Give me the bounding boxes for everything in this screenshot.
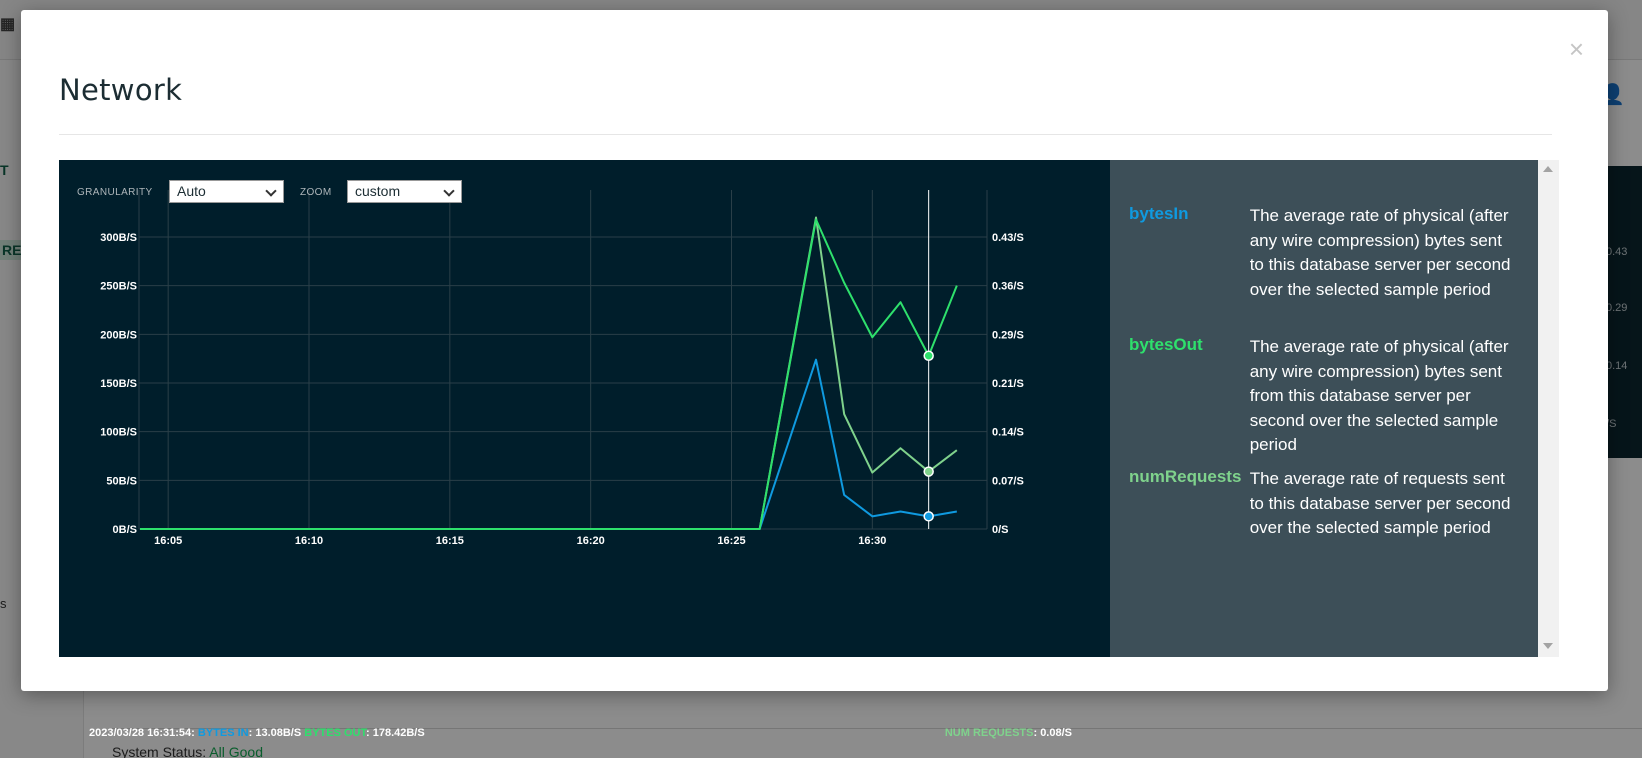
legend-item-num-requests: numRequests The average rate of requests…	[1129, 467, 1519, 541]
left-axis-tick-label: 0B/S	[113, 524, 137, 536]
scroll-up-icon[interactable]	[1543, 166, 1553, 172]
legend-description: The average rate of physical (after any …	[1249, 206, 1511, 299]
right-axis-tick-label: 0.43/S	[992, 232, 1024, 244]
chart-panel: 0B/S 50B/S 100B/S 150B/S 200B/S 250B/S 300B/S 0…	[59, 160, 1110, 739]
modal-divider	[59, 134, 1552, 135]
readout-num-requests-label: NUM REQUESTS	[944, 727, 1034, 739]
left-axis-tick-label: 250B/S	[100, 281, 137, 293]
right-axis-tick-label: 0.21/S	[992, 378, 1024, 390]
readout-bytes-in-value: : 13.08B/S	[248, 727, 302, 739]
x-axis-tick-label: 16:10	[295, 535, 323, 547]
scroll-down-icon[interactable]	[1543, 643, 1553, 649]
legend-description: The average rate of physical (after any …	[1249, 337, 1509, 454]
readout-timestamp: 2023/03/28 16:31:54:	[89, 727, 195, 739]
x-axis-tick-label: 16:15	[436, 535, 464, 547]
legend-name: bytesOut	[1129, 335, 1203, 354]
chevron-down-icon	[443, 185, 455, 197]
granularity-label: GRANULARITY	[77, 187, 153, 198]
readout-bytes-out-value: : 178.42B/S	[366, 727, 425, 739]
modal-title: Network	[59, 73, 183, 107]
x-axis-tick-label: 16:30	[858, 535, 886, 547]
readout-bytes-out-label: BYTES OUT	[304, 727, 366, 739]
legend-item-bytes-in: bytesIn The average rate of physical (af…	[1129, 204, 1519, 302]
network-chart: 0B/S 50B/S 100B/S 150B/S 200B/S 250B/S 300B/S 0…	[100, 190, 1024, 547]
granularity-select[interactable]: Auto	[169, 180, 284, 203]
close-icon[interactable]: ×	[1569, 36, 1584, 62]
series-line-bytesIn	[140, 358, 958, 530]
right-axis-tick-label: 0.14/S	[992, 427, 1024, 439]
legend-description: The average rate of requests sent to thi…	[1249, 469, 1511, 537]
right-axis-tick-label: 0.36/S	[992, 281, 1024, 293]
readout-num-requests-value: : 0.08/S	[1033, 727, 1072, 739]
right-axis-tick-label: 0.07/S	[992, 475, 1024, 487]
zoom-value: custom	[355, 183, 401, 199]
right-axis-tick-label: 0.29/S	[992, 329, 1024, 341]
series-line-bytesOut	[140, 218, 958, 530]
hover-point-bytesIn	[923, 511, 934, 522]
chart-footer-requests: NUM REQUESTS: 0.08/S	[945, 727, 1072, 739]
left-axis-tick-label: 50B/S	[106, 475, 137, 487]
legend-panel: bytesIn The average rate of physical (af…	[1110, 160, 1538, 657]
hover-point-bytesOut	[923, 350, 934, 361]
left-axis-tick-label: 150B/S	[100, 378, 137, 390]
legend-name: bytesIn	[1129, 204, 1189, 223]
series-line-numRequests	[140, 216, 958, 530]
granularity-value: Auto	[177, 183, 206, 199]
readout-bytes-in-label: BYTES IN	[197, 727, 249, 739]
chart-footer-readout: 2023/03/28 16:31:54: BYTES IN: 13.08B/S …	[89, 727, 425, 739]
legend-scrollbar[interactable]	[1538, 160, 1559, 657]
x-axis-tick-label: 16:25	[717, 535, 745, 547]
left-axis-tick-label: 300B/S	[100, 232, 137, 244]
chevron-down-icon	[265, 185, 277, 197]
left-axis-tick-label: 200B/S	[100, 329, 137, 341]
left-axis-tick-label: 100B/S	[100, 427, 137, 439]
legend-name: numRequests	[1129, 467, 1242, 486]
hover-point-numRequests	[923, 466, 934, 477]
network-modal: × Network 0B/S 50B/S 100B/S 150B/S 200B/S 250…	[21, 10, 1608, 739]
right-axis-tick-label: 0/S	[992, 524, 1009, 536]
zoom-select[interactable]: custom	[347, 180, 462, 203]
x-axis-tick-label: 16:05	[154, 535, 182, 547]
x-axis-tick-label: 16:20	[577, 535, 605, 547]
zoom-label: ZOOM	[300, 187, 332, 198]
legend-item-bytes-out: bytesOut The average rate of physical (a…	[1129, 335, 1519, 458]
